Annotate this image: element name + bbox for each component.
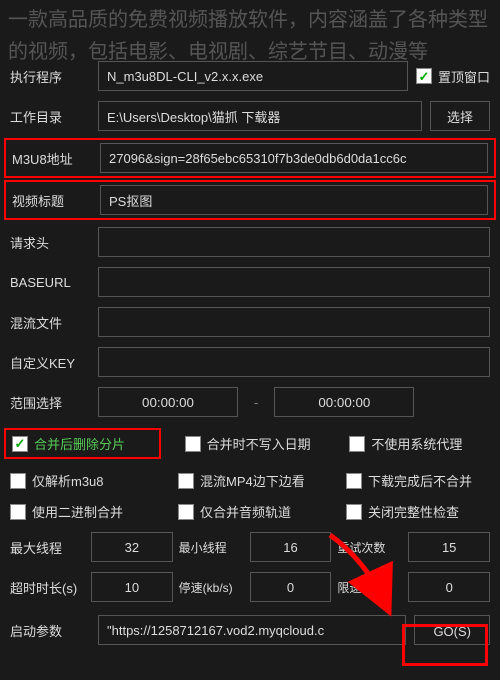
checkbox-icon: [178, 473, 194, 489]
key-row: 自定义KEY: [0, 342, 500, 382]
m3u8-row: M3U8地址: [4, 138, 496, 178]
check-label: 合并时不写入日期: [207, 434, 311, 453]
timeout-input[interactable]: [91, 572, 173, 602]
speed-row: 超时时长(s) 停速(kb/s) 限速(kb/s): [0, 567, 500, 607]
app-window: 执行程序 置顶窗口 工作目录 选择 M3U8地址 视频标题 请求头 BASEUR…: [0, 0, 500, 680]
min-thread-input[interactable]: [250, 532, 332, 562]
min-thread-label: 最小线程: [179, 539, 244, 556]
checkbox-icon: [346, 504, 362, 520]
checkbox-mux-mp4[interactable]: 混流MP4边下边看: [178, 471, 322, 490]
stop-label: 停速(kb/s): [179, 579, 244, 596]
header-row: 请求头: [0, 222, 500, 262]
mux-label: 混流文件: [10, 313, 90, 332]
stop-input[interactable]: [250, 572, 332, 602]
exec-label: 执行程序: [10, 67, 90, 86]
header-label: 请求头: [10, 233, 90, 252]
retry-label: 重试次数: [337, 539, 402, 556]
check-label: 混流MP4边下边看: [200, 471, 305, 490]
key-input[interactable]: [98, 347, 490, 377]
check-row-3: 使用二进制合并 仅合并音频轨道 关闭完整性检查: [0, 496, 500, 527]
checkbox-icon: [416, 68, 432, 84]
limit-input[interactable]: [408, 572, 490, 602]
title-label: 视频标题: [12, 191, 92, 210]
topmost-checkbox-wrap[interactable]: 置顶窗口: [416, 67, 490, 86]
check-label: 仅合并音频轨道: [200, 502, 291, 521]
args-row: 启动参数 GO(S): [0, 607, 500, 653]
range-separator: -: [246, 395, 266, 410]
go-button[interactable]: GO(S): [414, 615, 490, 645]
range-label: 范围选择: [10, 393, 90, 412]
key-label: 自定义KEY: [10, 353, 90, 372]
checkbox-icon: [10, 504, 26, 520]
max-thread-label: 最大线程: [10, 538, 85, 557]
checkbox-no-merge-after[interactable]: 下载完成后不合并: [346, 471, 490, 490]
retry-input[interactable]: [408, 532, 490, 562]
checkbox-parse-only[interactable]: 仅解析m3u8: [10, 471, 154, 490]
args-input[interactable]: [98, 615, 406, 645]
check-label: 下载完成后不合并: [368, 471, 472, 490]
range-from-input[interactable]: [98, 387, 238, 417]
checkbox-icon: [178, 504, 194, 520]
max-thread-input[interactable]: [91, 532, 173, 562]
checkbox-delete-after-merge[interactable]: 合并后删除分片: [4, 428, 161, 459]
m3u8-label: M3U8地址: [12, 149, 92, 168]
check-label: 合并后删除分片: [34, 434, 125, 453]
checkbox-audio-only[interactable]: 仅合并音频轨道: [178, 502, 322, 521]
title-input[interactable]: [100, 185, 488, 215]
checkbox-binary-merge[interactable]: 使用二进制合并: [10, 502, 154, 521]
range-to-input[interactable]: [274, 387, 414, 417]
limit-label: 限速(kb/s): [337, 579, 402, 596]
checkbox-icon: [10, 473, 26, 489]
checkbox-no-date-on-merge[interactable]: 合并时不写入日期: [185, 434, 326, 453]
mux-input[interactable]: [98, 307, 490, 337]
topmost-label: 置顶窗口: [438, 67, 490, 86]
args-label: 启动参数: [10, 621, 90, 640]
baseurl-row: BASEURL: [0, 262, 500, 302]
check-row-1: 合并后删除分片 合并时不写入日期 不使用系统代理: [0, 422, 500, 465]
workdir-label: 工作目录: [10, 107, 90, 126]
checkbox-icon: [346, 473, 362, 489]
select-button[interactable]: 选择: [430, 101, 490, 131]
header-input[interactable]: [98, 227, 490, 257]
title-row: 视频标题: [4, 180, 496, 220]
check-row-2: 仅解析m3u8 混流MP4边下边看 下载完成后不合并: [0, 465, 500, 496]
exec-input[interactable]: [98, 61, 408, 91]
workdir-row: 工作目录 选择: [0, 96, 500, 136]
range-row: 范围选择 -: [0, 382, 500, 422]
checkbox-icon: [12, 436, 28, 452]
mux-row: 混流文件: [0, 302, 500, 342]
checkbox-icon: [349, 436, 365, 452]
m3u8-input[interactable]: [100, 143, 488, 173]
check-label: 使用二进制合并: [32, 502, 123, 521]
checkbox-icon: [185, 436, 201, 452]
timeout-label: 超时时长(s): [10, 578, 85, 597]
checkbox-no-system-proxy[interactable]: 不使用系统代理: [349, 434, 490, 453]
baseurl-label: BASEURL: [10, 275, 90, 290]
check-label: 关闭完整性检查: [368, 502, 459, 521]
thread-row: 最大线程 最小线程 重试次数: [0, 527, 500, 567]
workdir-input[interactable]: [98, 101, 422, 131]
checkbox-disable-integrity[interactable]: 关闭完整性检查: [346, 502, 490, 521]
check-label: 仅解析m3u8: [32, 471, 104, 490]
baseurl-input[interactable]: [98, 267, 490, 297]
check-label: 不使用系统代理: [371, 434, 462, 453]
exec-row: 执行程序 置顶窗口: [0, 56, 500, 96]
